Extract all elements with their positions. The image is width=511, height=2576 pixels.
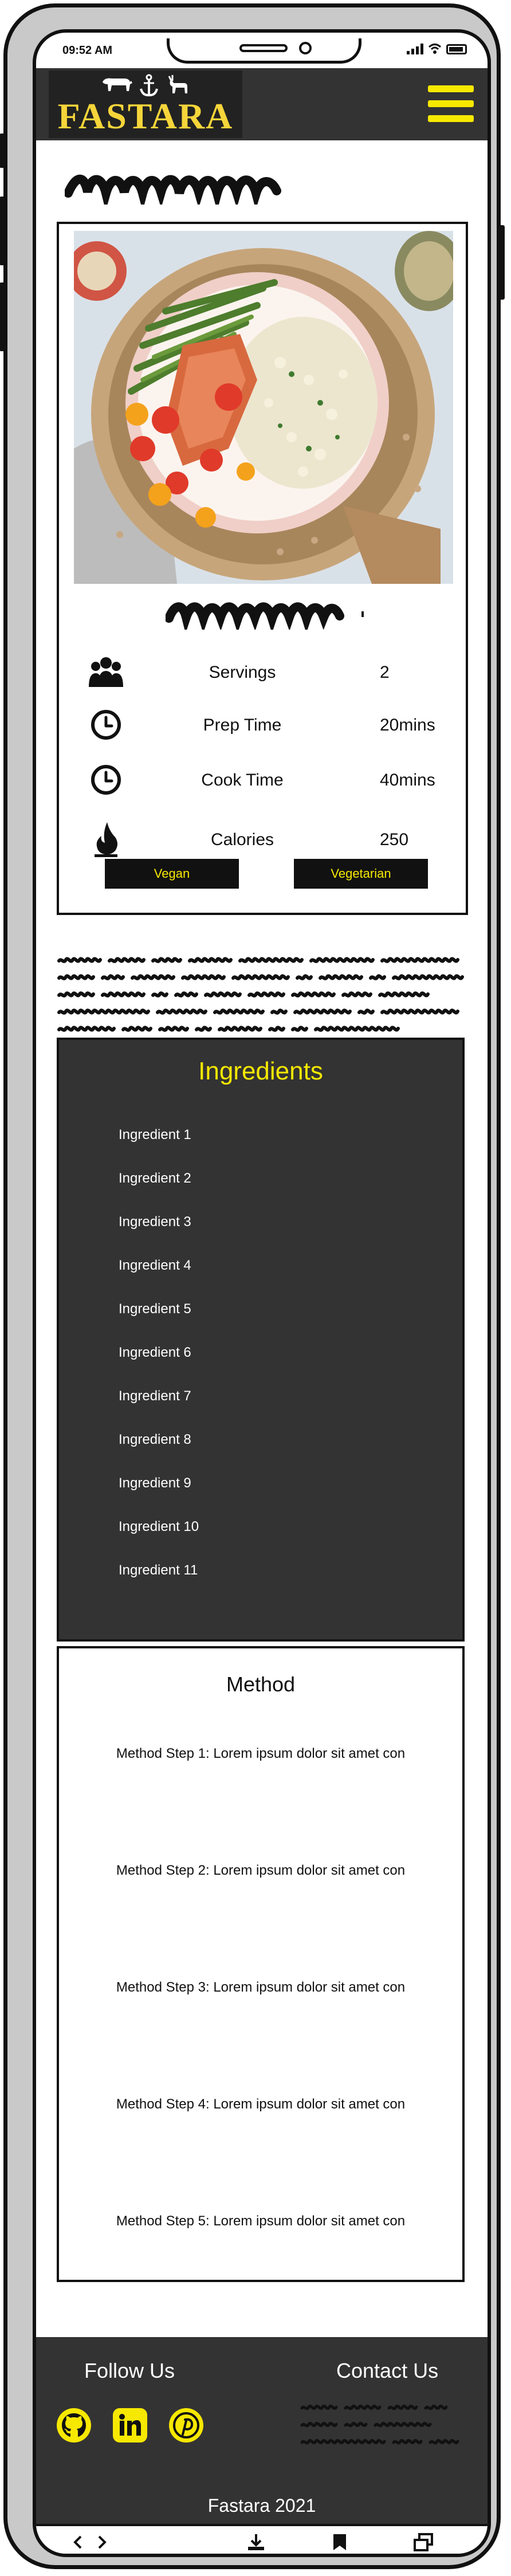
follow-us-heading: Follow Us	[84, 2359, 175, 2382]
logo-animals-icon	[99, 74, 192, 97]
method-step: Method Step 3: Lorem ipsum dolor sit ame…	[116, 1980, 406, 1995]
servings-row: Servings 2	[59, 655, 466, 689]
calories-row: Calories 250	[59, 822, 466, 857]
method-step: Method Step 2: Lorem ipsum dolor sit ame…	[116, 1863, 406, 1878]
clock-icon	[88, 763, 124, 797]
ingredient-item: Ingredient 1	[119, 1127, 191, 1142]
back-icon[interactable]	[66, 2531, 89, 2554]
notch	[167, 38, 361, 64]
description-scribble	[57, 957, 464, 1032]
copyright-text: Fastara 2021	[207, 2495, 316, 2516]
volume-up-button	[0, 197, 5, 265]
site-logo[interactable]: FASTARA	[49, 70, 242, 138]
bookmark-icon[interactable]	[328, 2531, 351, 2554]
page-title-scribble	[65, 174, 281, 205]
method-step: Method Step 1: Lorem ipsum dolor sit ame…	[116, 1746, 406, 1761]
ingredient-item: Ingredient 10	[119, 1519, 199, 1534]
recipe-name-scribble	[166, 602, 364, 630]
site-footer: Follow Us Contact Us Fastara 2021	[36, 2337, 488, 2544]
ingredients-title: Ingredients	[198, 1057, 323, 1085]
mute-switch	[0, 133, 5, 168]
forward-icon[interactable]	[91, 2531, 114, 2554]
prep-time-value: 20mins	[380, 716, 435, 735]
status-bar: 09:52 AM	[36, 33, 488, 68]
recipe-card: Servings 2 Prep Time 20mins Cook Time 40…	[57, 222, 468, 915]
tag-vegetarian[interactable]: Vegetarian	[294, 859, 428, 889]
people-icon	[88, 655, 124, 689]
recipe-photo	[74, 231, 453, 584]
ingredient-item: Ingredient 9	[119, 1475, 191, 1491]
wifi-icon	[428, 44, 442, 54]
tabs-icon[interactable]	[412, 2531, 435, 2554]
calories-value: 250	[380, 830, 409, 849]
pinterest-icon[interactable]	[169, 2408, 203, 2443]
calories-label: Calories	[210, 830, 274, 849]
ingredient-item: Ingredient 2	[119, 1171, 191, 1186]
ingredient-item: Ingredient 11	[119, 1562, 198, 1578]
method-title: Method	[226, 1672, 296, 1696]
front-camera	[299, 42, 312, 54]
cook-time-row: Cook Time 40mins	[59, 763, 466, 797]
battery-icon	[446, 44, 467, 54]
tag-vegan[interactable]: Vegan	[105, 859, 239, 889]
ingredients-panel: Ingredients Ingredient 1 Ingredient 2 In…	[57, 1038, 465, 1642]
prep-time-row: Prep Time 20mins	[59, 708, 466, 742]
cook-time-value: 40mins	[380, 771, 435, 790]
cook-time-label: Cook Time	[201, 771, 284, 790]
contact-info-scribble	[300, 2405, 459, 2445]
github-icon[interactable]	[57, 2408, 91, 2443]
method-step: Method Step 5: Lorem ipsum dolor sit ame…	[116, 2213, 406, 2229]
phone-frame: 09:52 AM FASTARA Servings 2 Prep Time 20…	[0, 3, 505, 2569]
power-button	[499, 225, 505, 300]
prep-time-label: Prep Time	[203, 716, 282, 735]
linkedin-icon[interactable]	[113, 2408, 147, 2443]
volume-down-button	[0, 282, 5, 351]
ingredient-item: Ingredient 5	[119, 1301, 191, 1317]
speaker	[239, 44, 288, 52]
clock-icon	[88, 708, 124, 742]
method-step: Method Step 4: Lorem ipsum dolor sit ame…	[116, 2096, 406, 2112]
status-time: 09:52 AM	[62, 44, 113, 57]
browser-nav-bar	[36, 2524, 488, 2554]
download-icon[interactable]	[245, 2531, 268, 2554]
site-header: FASTARA	[36, 68, 488, 140]
logo-text: FASTARA	[57, 96, 234, 136]
ingredient-item: Ingredient 6	[119, 1345, 191, 1360]
ingredient-item: Ingredient 3	[119, 1214, 191, 1230]
flame-icon	[88, 822, 124, 857]
ingredient-item: Ingredient 8	[119, 1432, 191, 1447]
method-panel: Method Method Step 1: Lorem ipsum dolor …	[57, 1646, 465, 2282]
phone-screen: 09:52 AM FASTARA Servings 2 Prep Time 20…	[33, 29, 491, 2557]
servings-label: Servings	[209, 663, 276, 682]
signal-icon	[407, 43, 423, 54]
servings-value: 2	[380, 663, 390, 682]
contact-us-heading: Contact Us	[336, 2359, 439, 2382]
ingredient-item: Ingredient 4	[119, 1258, 191, 1273]
status-icons	[407, 43, 467, 54]
menu-icon[interactable]	[428, 85, 474, 127]
ingredient-item: Ingredient 7	[119, 1388, 191, 1404]
